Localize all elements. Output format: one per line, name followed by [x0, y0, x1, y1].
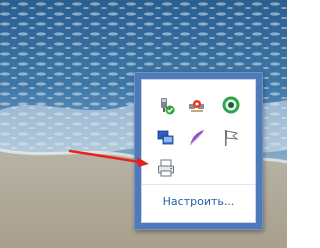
- tray-icons-panel: Настроить...: [141, 79, 256, 223]
- action-center-flag-icon[interactable]: [221, 128, 241, 148]
- customize-link[interactable]: Настроить...: [142, 195, 255, 208]
- popup-divider: [142, 184, 255, 185]
- green-ring-app-icon[interactable]: [221, 95, 241, 115]
- feather-pen-icon[interactable]: [187, 128, 207, 148]
- notification-area-overflow-popup: Настроить...: [134, 72, 263, 230]
- printer-device-icon[interactable]: [156, 158, 176, 178]
- network-alert-icon[interactable]: [187, 96, 207, 116]
- monitors-display-icon[interactable]: [156, 128, 176, 148]
- usb-safely-remove-icon[interactable]: [156, 96, 176, 116]
